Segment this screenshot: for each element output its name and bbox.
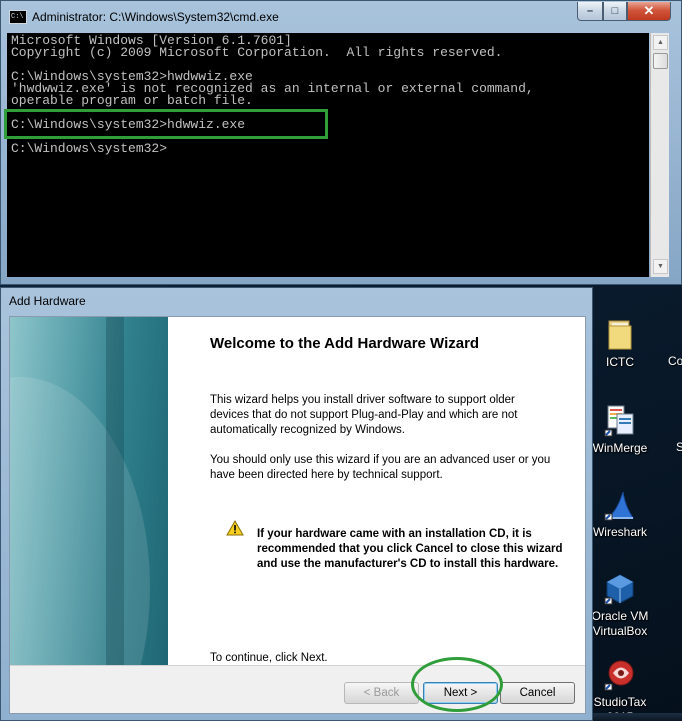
- desktop-partial-label: Co: [668, 354, 682, 368]
- desktop-icon-label: Oracle VM VirtualBox: [591, 609, 649, 638]
- close-icon: ✕: [643, 3, 655, 18]
- virtualbox-icon: [603, 572, 637, 606]
- wizard-client-area: Welcome to the Add Hardware Wizard This …: [9, 316, 586, 714]
- desktop-icon-label: Wireshark: [592, 525, 647, 539]
- next-button[interactable]: Next >: [423, 682, 498, 704]
- desktop-icon-virtualbox[interactable]: Oracle VM VirtualBox: [588, 572, 652, 639]
- console-line: C:\Windows\system32>hdwwiz.exe: [11, 117, 246, 132]
- cmd-window[interactable]: C:\ Administrator: C:\Windows\System32\c…: [0, 0, 682, 285]
- add-hardware-window[interactable]: Add Hardware Welcome to the Add Hardware…: [0, 287, 593, 721]
- folder-icon: [603, 318, 637, 352]
- desktop-icon-label: ICTC: [606, 355, 634, 369]
- desktop-icon-winmerge[interactable]: WinMerge: [588, 404, 652, 456]
- minimize-icon: –: [586, 5, 594, 17]
- wizard-advisory: You should only use this wizard if you a…: [210, 454, 551, 481]
- continue-instruction: To continue, click Next.: [210, 652, 328, 664]
- wireshark-icon: [603, 488, 637, 522]
- scroll-up-icon[interactable]: ▲: [653, 35, 668, 50]
- desktop-icon-ictc[interactable]: ICTC: [588, 318, 652, 370]
- console-line: operable program or batch file.: [11, 93, 253, 108]
- cmd-titlebar[interactable]: C:\ Administrator: C:\Windows\System32\c…: [1, 1, 681, 33]
- warning-icon: [226, 519, 244, 536]
- cancel-button[interactable]: Cancel: [500, 682, 575, 704]
- maximize-button[interactable]: □: [603, 2, 627, 21]
- wizard-window-title: Add Hardware: [9, 294, 86, 308]
- minimize-button[interactable]: –: [577, 2, 603, 21]
- console-output[interactable]: Microsoft Windows [Version 6.1.7601] Cop…: [7, 33, 649, 277]
- maximize-icon: □: [611, 5, 619, 17]
- warning-message: If your hardware came with an installati…: [257, 528, 563, 570]
- desktop-icon-studiotax[interactable]: StudioTax 2015: [588, 658, 652, 721]
- wizard-description: This wizard helps you install driver sof…: [210, 394, 518, 436]
- wizard-button-bar: < Back Next > Cancel: [10, 665, 585, 713]
- close-button[interactable]: ✕: [627, 2, 671, 21]
- console-line: C:\Windows\system32>: [11, 141, 168, 156]
- desktop-icon-label: WinMerge: [592, 441, 648, 455]
- winmerge-icon: [603, 404, 637, 438]
- cmd-window-title: Administrator: C:\Windows\System32\cmd.e…: [32, 10, 279, 24]
- console-line: Copyright (c) 2009 Microsoft Corporation…: [11, 45, 503, 60]
- back-button[interactable]: < Back: [344, 682, 419, 704]
- scrollbar-thumb[interactable]: [653, 53, 668, 69]
- desktop-partial-label: S: [676, 440, 682, 454]
- vertical-scrollbar[interactable]: ▲ ▼: [650, 33, 669, 277]
- scroll-down-icon[interactable]: ▼: [653, 259, 668, 274]
- caption-buttons: – □ ✕: [577, 2, 671, 21]
- wizard-heading: Welcome to the Add Hardware Wizard: [210, 335, 480, 352]
- studiotax-icon: [603, 658, 637, 692]
- console-icon: C:\: [9, 10, 27, 24]
- desktop-icon-wireshark[interactable]: Wireshark: [588, 488, 652, 540]
- wizard-banner: [10, 317, 168, 665]
